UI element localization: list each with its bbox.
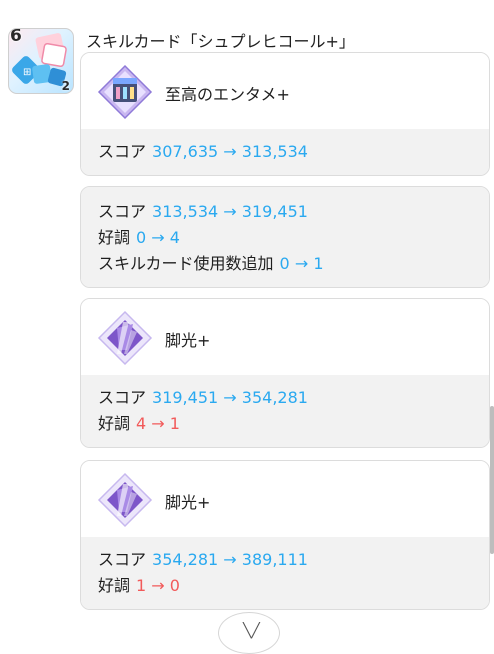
stat-label: 好調 <box>98 228 131 247</box>
stat-from: 319,451 <box>152 388 219 407</box>
arrow: → <box>223 142 237 161</box>
skill-card-thumbnail[interactable]: ⊞ 6 2 <box>8 28 74 94</box>
effect-entry-header: 脚光+ <box>81 299 489 375</box>
stat-change-row: 好調 0 → 4 <box>98 225 472 251</box>
stat-change-row: スコア 319,451 → 354,281 <box>98 385 472 411</box>
effect-entry-header: 至高のエンタメ+ <box>81 53 489 129</box>
stat-label: スキルカード使用数追加 <box>98 254 274 273</box>
effect-entry-p-drink: 至高のエンタメ+ スコア 307,635 → 313,534 <box>80 52 490 176</box>
svg-text:⊞: ⊞ <box>23 67 31 78</box>
effect-entry-header: 脚光+ <box>81 461 489 537</box>
effect-entry-details: スコア 319,451 → 354,281 好調 4 → 1 <box>81 375 489 447</box>
arrow: → <box>223 550 237 569</box>
stat-from: 354,281 <box>152 550 219 569</box>
arrow: → <box>151 228 165 247</box>
stat-label: 好調 <box>98 576 131 595</box>
arrow: → <box>151 414 165 433</box>
effect-entry-name: 脚光+ <box>165 493 211 512</box>
stat-from: 313,534 <box>152 202 219 221</box>
stat-to: 389,111 <box>241 550 308 569</box>
scrollbar[interactable] <box>490 406 494 554</box>
stat-change-row: スコア 313,534 → 319,451 <box>98 199 472 225</box>
stat-change-row: スコア 354,281 → 389,111 <box>98 547 472 573</box>
stat-change-row: 好調 4 → 1 <box>98 411 472 437</box>
stat-to: 4 <box>169 228 180 247</box>
chevron-down-icon: ╲╱ <box>243 623 260 639</box>
stat-label: スコア <box>98 388 147 407</box>
stat-change-value: 0 → 1 <box>280 254 324 273</box>
stat-change-row: スキルカード使用数追加 0 → 1 <box>98 251 472 277</box>
stat-label: スコア <box>98 550 147 569</box>
effect-entry-name: 至高のエンタメ+ <box>165 85 290 104</box>
stat-change-value: 313,534 → 319,451 <box>152 202 308 221</box>
stat-from: 0 <box>279 254 290 273</box>
effect-entry-card: スコア 313,534 → 319,451 好調 0 → 4 スキルカード使用数追加… <box>80 186 490 288</box>
effect-entry-name: 脚光+ <box>165 331 211 350</box>
drink-item-icon[interactable] <box>97 64 153 120</box>
effect-entry-details: スコア 354,281 → 389,111 好調 1 → 0 <box>81 537 489 609</box>
skill-card-title: スキルカード「シュプレヒコール+」 <box>86 32 355 51</box>
stat-change-value: 4 → 1 <box>136 414 180 433</box>
skill-card-enhance-mark: 2 <box>61 79 70 93</box>
stat-from: 4 <box>136 414 147 433</box>
expand-button[interactable]: ╲╱ <box>218 612 280 654</box>
stat-change-value: 354,281 → 389,111 <box>152 550 308 569</box>
stat-change-value: 1 → 0 <box>136 576 180 595</box>
stat-change-row: 好調 1 → 0 <box>98 573 472 599</box>
skill-card-cost: 6 <box>10 28 22 46</box>
stat-label: スコア <box>98 142 147 161</box>
stat-label: スコア <box>98 202 147 221</box>
stat-to: 0 <box>169 576 180 595</box>
arrow: → <box>223 202 237 221</box>
spotlight-card-icon[interactable] <box>97 472 153 528</box>
arrow: → <box>223 388 237 407</box>
stat-to: 319,451 <box>241 202 308 221</box>
effect-entry-skill-card: 脚光+ スコア 354,281 → 389,111 好調 1 → 0 <box>80 460 490 610</box>
stat-change-value: 307,635 → 313,534 <box>152 142 308 161</box>
stat-from: 1 <box>136 576 147 595</box>
stat-change-row: スコア 307,635 → 313,534 <box>98 139 472 165</box>
arrow: → <box>151 576 165 595</box>
effect-entry-skill-card: 脚光+ スコア 319,451 → 354,281 好調 4 → 1 <box>80 298 490 448</box>
stat-to: 1 <box>313 254 324 273</box>
stat-to: 354,281 <box>241 388 308 407</box>
stat-to: 313,534 <box>241 142 308 161</box>
arrow: → <box>294 254 309 273</box>
stat-change-value: 319,451 → 354,281 <box>152 388 308 407</box>
spotlight-card-icon[interactable] <box>97 310 153 366</box>
stat-from: 307,635 <box>152 142 219 161</box>
effect-entry-details: スコア 307,635 → 313,534 <box>81 129 489 175</box>
stat-to: 1 <box>169 414 180 433</box>
stat-change-value: 0 → 4 <box>136 228 180 247</box>
effect-entry-details: スコア 313,534 → 319,451 好調 0 → 4 スキルカード使用数追加… <box>81 187 489 287</box>
stat-label: 好調 <box>98 414 131 433</box>
stat-from: 0 <box>136 228 147 247</box>
